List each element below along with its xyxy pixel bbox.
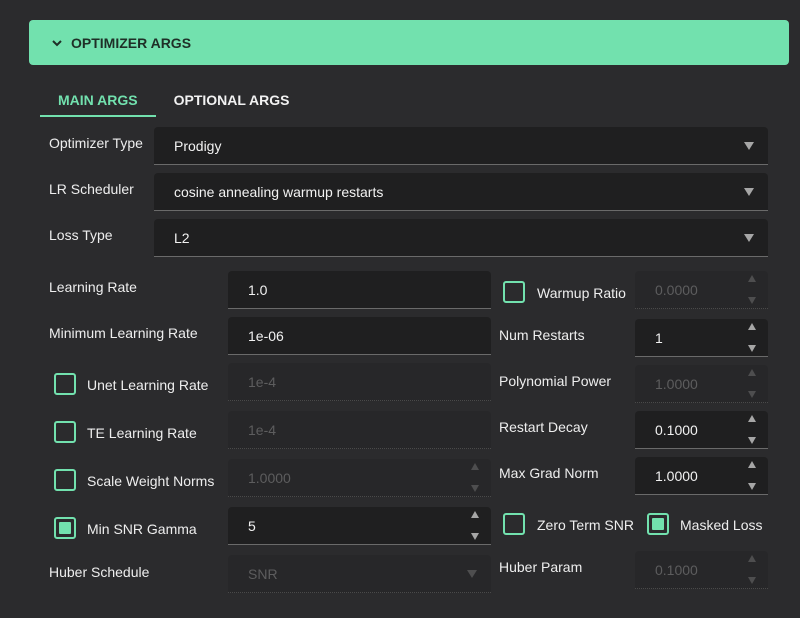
huber-schedule-select[interactable]: SNR — [228, 555, 491, 593]
polynomial-power-label: Polynomial Power — [499, 373, 612, 389]
dropdown-arrow-icon — [744, 141, 754, 150]
spinner-arrows-icon[interactable] — [748, 323, 756, 352]
masked-loss-label: Masked Loss — [680, 517, 763, 533]
huber-schedule-value: SNR — [248, 565, 278, 582]
min-snr-gamma-checkbox[interactable] — [54, 517, 76, 539]
huber-param-input[interactable]: 0.1000 — [635, 551, 768, 589]
spinner-arrows-icon[interactable] — [748, 415, 756, 444]
min-snr-gamma-label: Min SNR Gamma — [87, 521, 197, 537]
num-restarts-value: 1 — [655, 329, 663, 346]
restart-decay-input[interactable]: 0.1000 — [635, 411, 768, 449]
optimizer-type-label: Optimizer Type — [49, 135, 143, 151]
max-grad-norm-input[interactable]: 1.0000 — [635, 457, 768, 495]
min-snr-gamma-value: 5 — [248, 517, 256, 534]
restart-decay-value: 0.1000 — [655, 421, 698, 438]
dropdown-arrow-icon — [744, 187, 754, 196]
scale-weight-norms-value: 1.0000 — [248, 469, 291, 486]
huber-schedule-label: Huber Schedule — [49, 564, 150, 580]
min-learning-rate-label: Minimum Learning Rate — [49, 325, 198, 341]
dropdown-arrow-icon — [744, 233, 754, 242]
spinner-arrows-icon[interactable] — [748, 555, 756, 584]
dropdown-arrow-icon — [467, 569, 477, 578]
warmup-ratio-checkbox[interactable] — [503, 281, 525, 303]
huber-param-value: 0.1000 — [655, 561, 698, 578]
spinner-arrows-icon[interactable] — [748, 369, 756, 398]
scale-weight-norms-checkbox[interactable] — [54, 469, 76, 491]
unet-lr-label: Unet Learning Rate — [87, 377, 209, 393]
spinner-arrows-icon[interactable] — [748, 461, 756, 490]
learning-rate-input[interactable]: 1.0 — [228, 271, 491, 309]
spinner-arrows-icon[interactable] — [471, 511, 479, 540]
warmup-ratio-label: Warmup Ratio — [537, 285, 626, 301]
optimizer-type-value: Prodigy — [174, 137, 222, 154]
scale-weight-norms-label: Scale Weight Norms — [87, 473, 215, 489]
num-restarts-label: Num Restarts — [499, 327, 585, 343]
tab-bar: MAIN ARGS OPTIONAL ARGS — [40, 86, 308, 118]
max-grad-norm-label: Max Grad Norm — [499, 465, 599, 481]
section-title: OPTIMIZER ARGS — [71, 34, 192, 51]
polynomial-power-input[interactable]: 1.0000 — [635, 365, 768, 403]
num-restarts-input[interactable]: 1 — [635, 319, 768, 357]
loss-type-select[interactable]: L2 — [154, 219, 768, 257]
learning-rate-label: Learning Rate — [49, 279, 137, 295]
te-lr-checkbox[interactable] — [54, 421, 76, 443]
optimizer-args-header[interactable]: OPTIMIZER ARGS — [29, 20, 789, 65]
lr-scheduler-value: cosine annealing warmup restarts — [174, 183, 384, 200]
min-learning-rate-value: 1e-06 — [248, 327, 284, 344]
zero-term-snr-label: Zero Term SNR — [537, 517, 634, 533]
scale-weight-norms-input[interactable]: 1.0000 — [228, 459, 491, 497]
te-lr-label: TE Learning Rate — [87, 425, 197, 441]
chevron-down-icon — [51, 37, 63, 49]
loss-type-value: L2 — [174, 229, 190, 246]
te-lr-input[interactable]: 1e-4 — [228, 411, 491, 449]
learning-rate-value: 1.0 — [248, 281, 268, 298]
warmup-ratio-value: 0.0000 — [655, 281, 698, 298]
unet-lr-value: 1e-4 — [248, 373, 277, 390]
tab-main-args[interactable]: MAIN ARGS — [40, 86, 156, 117]
te-lr-value: 1e-4 — [248, 421, 277, 438]
loss-type-label: Loss Type — [49, 227, 113, 243]
min-snr-gamma-input[interactable]: 5 — [228, 507, 491, 545]
lr-scheduler-label: LR Scheduler — [49, 181, 134, 197]
huber-param-label: Huber Param — [499, 559, 583, 575]
restart-decay-label: Restart Decay — [499, 419, 588, 435]
unet-lr-checkbox[interactable] — [54, 373, 76, 395]
min-learning-rate-input[interactable]: 1e-06 — [228, 317, 491, 355]
spinner-arrows-icon[interactable] — [471, 463, 479, 492]
polynomial-power-value: 1.0000 — [655, 375, 698, 392]
optimizer-type-select[interactable]: Prodigy — [154, 127, 768, 165]
lr-scheduler-select[interactable]: cosine annealing warmup restarts — [154, 173, 768, 211]
tab-optional-args[interactable]: OPTIONAL ARGS — [156, 86, 308, 117]
spinner-arrows-icon[interactable] — [748, 275, 756, 304]
unet-lr-input[interactable]: 1e-4 — [228, 363, 491, 401]
masked-loss-checkbox[interactable] — [647, 513, 669, 535]
warmup-ratio-input[interactable]: 0.0000 — [635, 271, 768, 309]
max-grad-norm-value: 1.0000 — [655, 467, 698, 484]
zero-term-snr-checkbox[interactable] — [503, 513, 525, 535]
